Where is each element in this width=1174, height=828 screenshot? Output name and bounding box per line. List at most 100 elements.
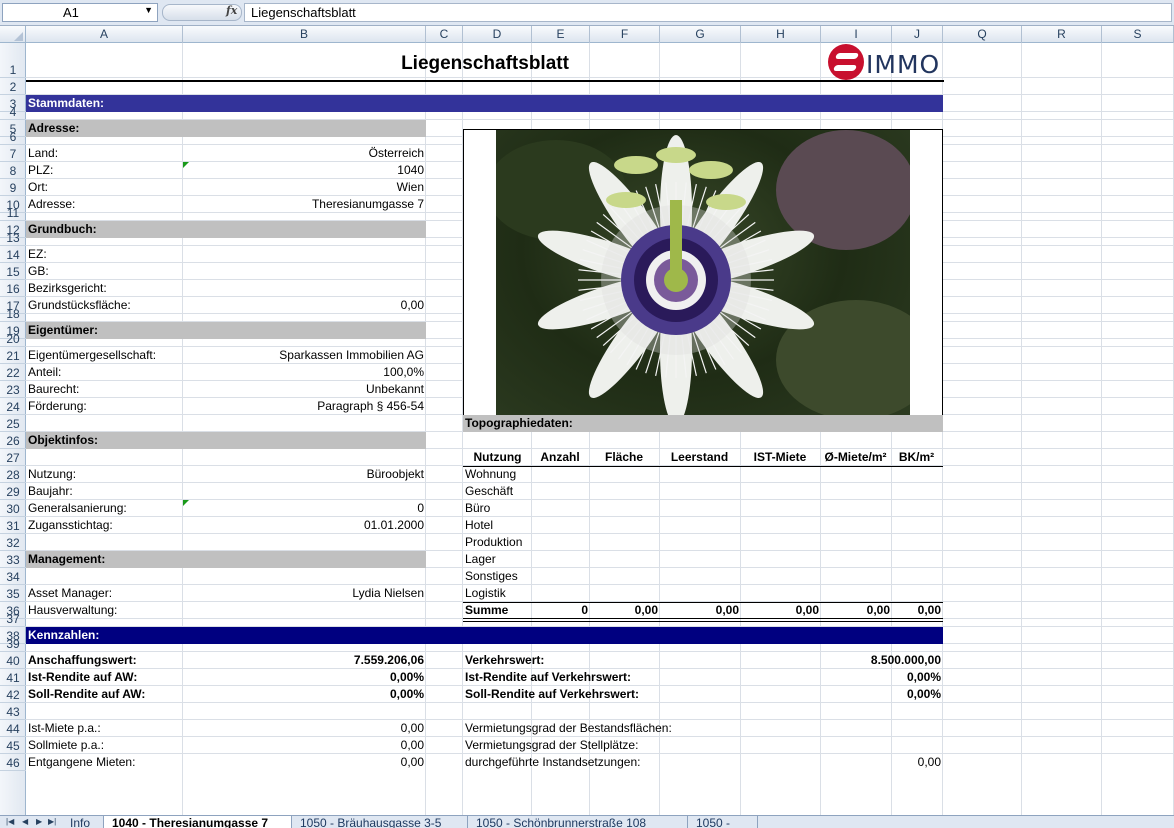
label-adresse[interactable]: Adresse: [26,196,183,213]
section-stammdaten[interactable]: Stammdaten: [26,95,943,112]
topo-col-header[interactable]: BK/m² [892,449,943,466]
row-header-29[interactable]: 29 [0,483,26,500]
label-sollmiete[interactable]: Sollmiete p.a.: [26,737,183,754]
row-header-2[interactable]: 2 [0,78,26,95]
topo-row-label[interactable]: Logistik [463,585,532,602]
row-header-44[interactable]: 44 [0,720,26,737]
row-header-22[interactable]: 22 [0,364,26,381]
row-header-42[interactable]: 42 [0,686,26,703]
topo-sum-value[interactable]: 0,00 [892,602,943,619]
chevron-down-icon[interactable]: ▼ [144,5,153,15]
row-header-28[interactable]: 28 [0,466,26,483]
row-header-43[interactable]: 43 [0,703,26,720]
label-zugangsstichtag[interactable]: Zugansstichtag: [26,517,183,534]
value-foerderung[interactable]: Paragraph § 456-54 [183,398,426,415]
topo-row-label[interactable]: Hotel [463,517,532,534]
label-baujahr[interactable]: Baujahr: [26,483,183,500]
column-header-i[interactable]: I [821,26,892,43]
column-header-g[interactable]: G [660,26,741,43]
topo-row-label[interactable]: Lager [463,551,532,568]
value-ist-miete[interactable]: 0,00 [183,720,426,737]
row-header-1[interactable]: 1 [0,43,26,78]
label-soll-rendite-aw[interactable]: Soll-Rendite auf AW: [26,686,183,703]
row-header-6[interactable]: 6 [0,130,26,145]
label-entgangene-mieten[interactable]: Entgangene Mieten: [26,754,183,771]
column-header-q[interactable]: Q [943,26,1022,43]
row-header-31[interactable]: 31 [0,517,26,534]
row-header-9[interactable]: 9 [0,179,26,196]
value-entgangene-mieten[interactable]: 0,00 [183,754,426,771]
last-sheet-icon[interactable]: ▶| [48,817,56,826]
sheet-tab[interactable]: 1050 - Schönbrunnerstraße 108 [468,816,688,828]
value-anteil[interactable]: 100,0% [183,364,426,381]
section-grundbuch[interactable]: Grundbuch: [26,221,426,238]
row-header-27[interactable]: 27 [0,449,26,466]
label-ist-rendite-aw[interactable]: Ist-Rendite auf AW: [26,669,183,686]
label-land[interactable]: Land: [26,145,183,162]
row-header-37[interactable]: 37 [0,612,26,627]
value-generalsanierung[interactable]: 0 [183,500,426,517]
error-indicator-icon[interactable] [183,500,189,506]
row-header-8[interactable]: 8 [0,162,26,179]
topo-sum-value[interactable]: 0,00 [590,602,660,619]
row-header-24[interactable]: 24 [0,398,26,415]
row-header-16[interactable]: 16 [0,280,26,297]
sheet-tab[interactable]: Info [62,816,104,828]
row-header-34[interactable]: 34 [0,568,26,585]
label-plz[interactable]: PLZ: [26,162,183,179]
label-vermietungsgrad-stellplaetze[interactable]: Vermietungsgrad der Stellplätze: [463,737,821,754]
next-sheet-icon[interactable]: ▶ [36,817,42,826]
section-topographiedaten[interactable]: Topographiedaten: [463,415,943,432]
topo-row-label[interactable]: Geschäft [463,483,532,500]
row-header-45[interactable]: 45 [0,737,26,754]
label-anschaffungswert[interactable]: Anschaffungswert: [26,652,183,669]
first-sheet-icon[interactable]: |◀ [6,817,14,826]
row-header-13[interactable]: 13 [0,231,26,246]
value-ist-rendite-vw[interactable]: 0,00% [821,669,943,686]
label-nutzung[interactable]: Nutzung: [26,466,183,483]
label-instandsetzungen[interactable]: durchgeführte Instandsetzungen: [463,754,821,771]
label-vermietungsgrad-bestand[interactable]: Vermietungsgrad der Bestandsflächen: [463,720,821,737]
row-header-11[interactable]: 11 [0,206,26,221]
label-bezirksgericht[interactable]: Bezirksgericht: [26,280,183,297]
topo-col-header[interactable]: Ø-Miete/m² [821,449,892,466]
column-header-r[interactable]: R [1022,26,1102,43]
topo-col-header[interactable]: Anzahl [532,449,590,466]
value-gesellschaft[interactable]: Sparkassen Immobilien AG [183,347,426,364]
label-generalsanierung[interactable]: Generalsanierung: [26,500,183,517]
label-ez[interactable]: EZ: [26,246,183,263]
column-header-b[interactable]: B [183,26,426,43]
label-foerderung[interactable]: Förderung: [26,398,183,415]
value-anschaffungswert[interactable]: 7.559.206,06 [183,652,426,669]
row-header-41[interactable]: 41 [0,669,26,686]
topo-sum-value[interactable]: 0 [532,602,590,619]
row-header-21[interactable]: 21 [0,347,26,364]
column-header-d[interactable]: D [463,26,532,43]
topo-sum-value[interactable]: 0,00 [821,602,892,619]
row-header-39[interactable]: 39 [0,637,26,652]
label-gb[interactable]: GB: [26,263,183,280]
label-gesellschaft[interactable]: Eigentümergesellschaft: [26,347,183,364]
error-indicator-icon[interactable] [183,162,189,168]
value-verkehrswert[interactable]: 8.500.000,00 [741,652,943,669]
label-anteil[interactable]: Anteil: [26,364,183,381]
prev-sheet-icon[interactable]: ◀ [22,817,28,826]
value-ist-rendite-aw[interactable]: 0,00% [183,669,426,686]
topo-sum-value[interactable]: 0,00 [660,602,741,619]
value-instandsetzungen[interactable]: 0,00 [821,754,943,771]
label-grundstuecksflaeche[interactable]: Grundstücksfläche: [26,297,183,314]
value-plz[interactable]: 1040 [183,162,426,179]
name-box[interactable]: A1 ▼ [2,3,158,22]
section-kennzahlen[interactable]: Kennzahlen: [26,627,943,644]
select-all-corner[interactable] [0,26,26,43]
value-land[interactable]: Österreich [183,145,426,162]
value-nutzung[interactable]: Büroobjekt [183,466,426,483]
row-header-15[interactable]: 15 [0,263,26,280]
value-soll-rendite-aw[interactable]: 0,00% [183,686,426,703]
label-verkehrswert[interactable]: Verkehrswert: [463,652,660,669]
row-header-14[interactable]: 14 [0,246,26,263]
column-header-a[interactable]: A [26,26,183,43]
topo-sum-value[interactable]: 0,00 [741,602,821,619]
topo-col-header[interactable]: Leerstand [660,449,741,466]
column-header-e[interactable]: E [532,26,590,43]
